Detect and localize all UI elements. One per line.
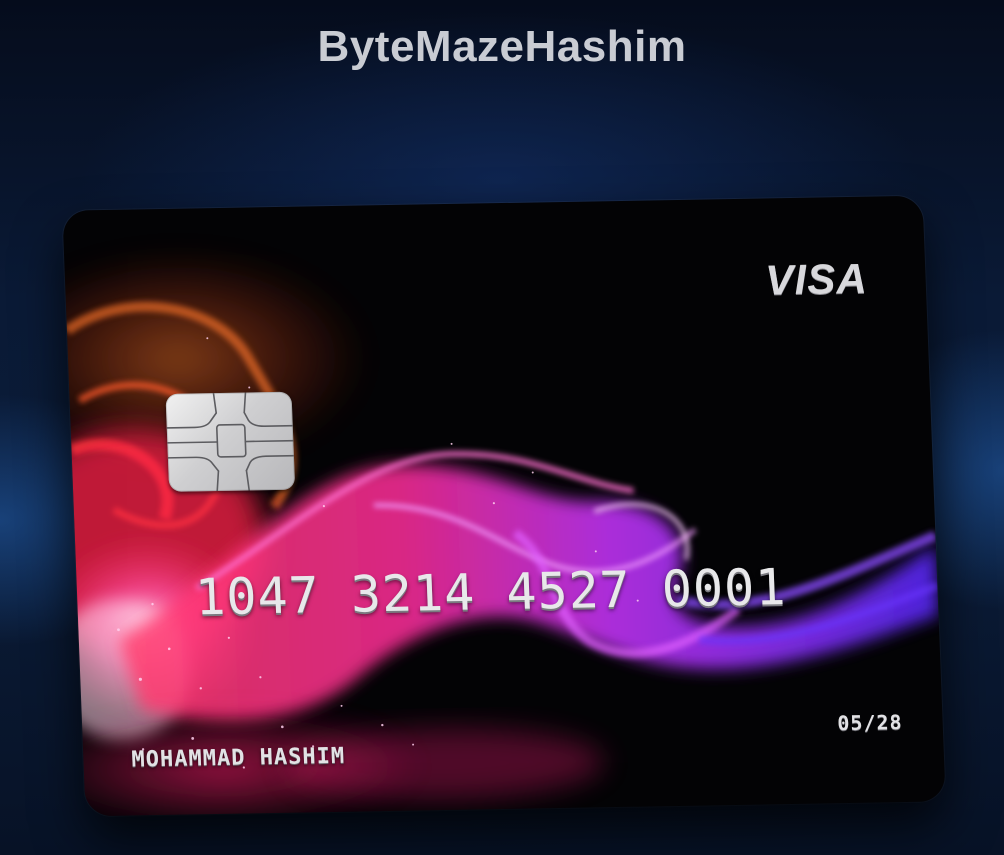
card-number: 1047 3214 4527 0001 bbox=[194, 558, 788, 627]
card-holder-name: MOHAMMAD HASHIM bbox=[130, 743, 346, 773]
visa-logo: VISA bbox=[764, 254, 869, 304]
card-stage: VISA 1047 3214 4527 0001 MOHAMMAD HASHIM… bbox=[0, 0, 1004, 855]
credit-card[interactable]: VISA 1047 3214 4527 0001 MOHAMMAD HASHIM… bbox=[62, 195, 946, 817]
emv-chip-icon bbox=[165, 391, 296, 492]
card-expiry-date: 05/28 bbox=[836, 710, 904, 736]
